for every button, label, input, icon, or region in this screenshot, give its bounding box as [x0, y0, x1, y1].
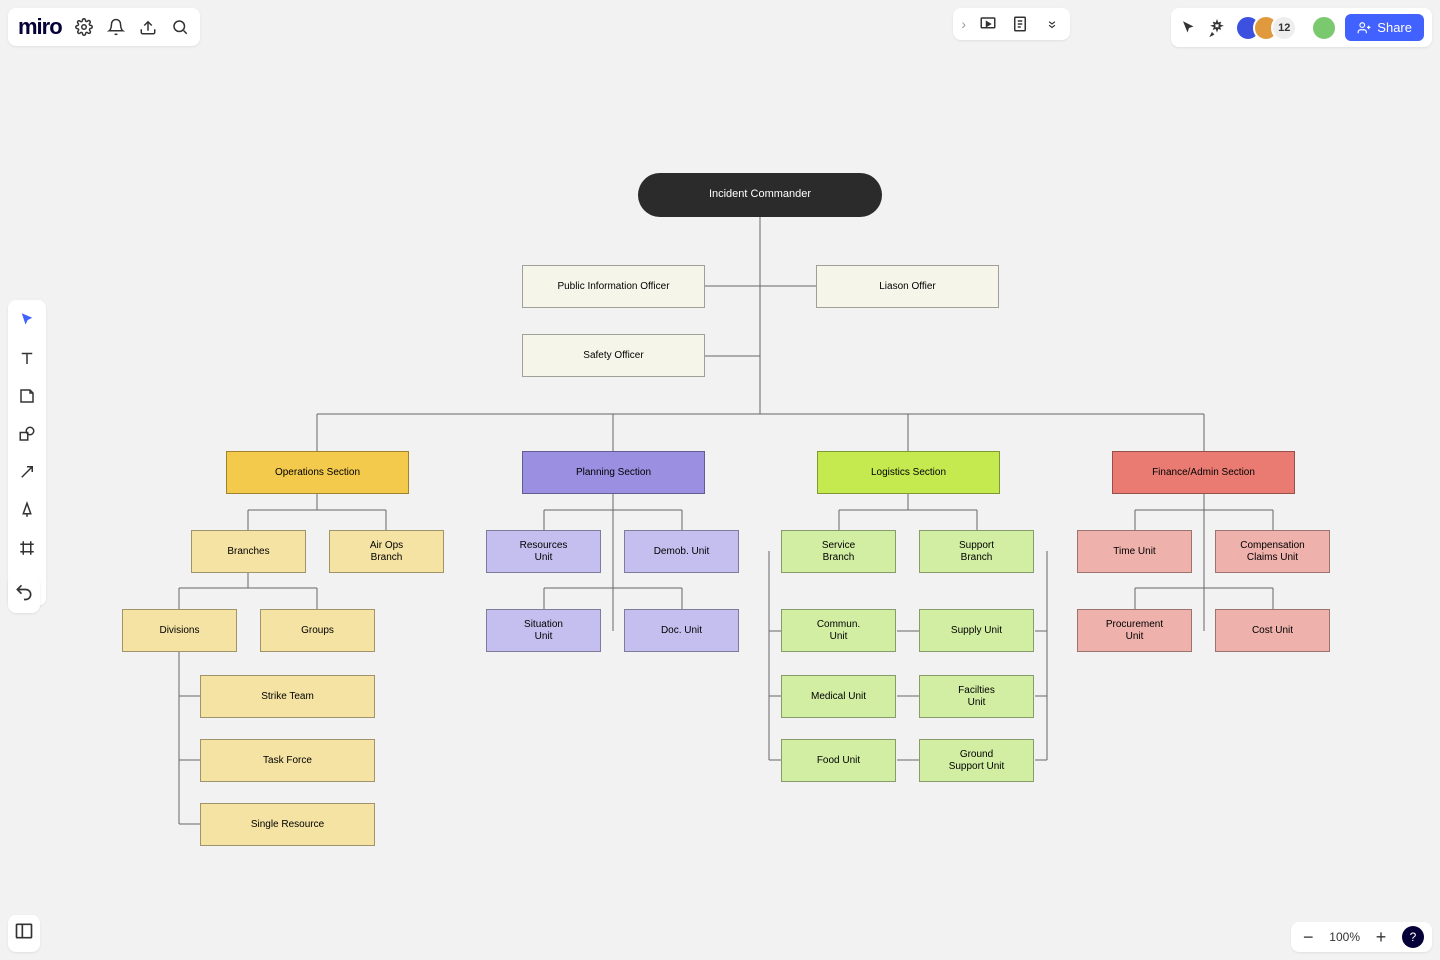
canvas[interactable]: Incident Commander Public Information Of…: [0, 0, 1440, 960]
node-resources[interactable]: Resources Unit: [486, 530, 601, 573]
node-doc[interactable]: Doc. Unit: [624, 609, 739, 652]
node-cost[interactable]: Cost Unit: [1215, 609, 1330, 652]
search-icon[interactable]: [170, 17, 190, 37]
logo[interactable]: miro: [18, 14, 62, 40]
node-supply[interactable]: Supply Unit: [919, 609, 1034, 652]
node-branches[interactable]: Branches: [191, 530, 306, 573]
node-support[interactable]: Support Branch: [919, 530, 1034, 573]
node-proc[interactable]: Procurement Unit: [1077, 609, 1192, 652]
node-food[interactable]: Food Unit: [781, 739, 896, 782]
settings-icon[interactable]: [74, 17, 94, 37]
node-situation[interactable]: Situation Unit: [486, 609, 601, 652]
arrow-tool[interactable]: [12, 460, 42, 484]
cursor-icon[interactable]: [1179, 18, 1199, 38]
undo-button[interactable]: [8, 576, 40, 613]
node-pio[interactable]: Public Information Officer: [522, 265, 705, 308]
text-tool[interactable]: [12, 346, 42, 370]
present-icon[interactable]: [978, 14, 998, 34]
avatar-count[interactable]: 12: [1271, 15, 1297, 41]
frame-tool[interactable]: [12, 536, 42, 560]
node-airops[interactable]: Air Ops Branch: [329, 530, 444, 573]
bell-icon[interactable]: [106, 17, 126, 37]
node-demob[interactable]: Demob. Unit: [624, 530, 739, 573]
share-label: Share: [1377, 20, 1412, 35]
node-commun[interactable]: Commun. Unit: [781, 609, 896, 652]
top-right-toolbar-a: ›: [953, 8, 1070, 40]
node-operations[interactable]: Operations Section: [226, 451, 409, 494]
chevron-right-icon[interactable]: ›: [961, 16, 966, 32]
frames-panel-toggle[interactable]: [8, 915, 40, 952]
top-right-toolbar-b: 12 Share: [1171, 8, 1432, 47]
node-comp[interactable]: Compensation Claims Unit: [1215, 530, 1330, 573]
node-medical[interactable]: Medical Unit: [781, 675, 896, 718]
node-divisions[interactable]: Divisions: [122, 609, 237, 652]
avatar-self[interactable]: [1311, 15, 1337, 41]
chevron-down-icon[interactable]: [1042, 14, 1062, 34]
share-button[interactable]: Share: [1345, 14, 1424, 41]
notes-icon[interactable]: [1010, 14, 1030, 34]
left-toolbar: [8, 300, 46, 606]
help-button[interactable]: ?: [1402, 926, 1424, 948]
node-facilities[interactable]: Facilties Unit: [919, 675, 1034, 718]
top-left-toolbar: miro: [8, 8, 200, 46]
node-incident-commander[interactable]: Incident Commander: [638, 173, 882, 217]
zoom-level[interactable]: 100%: [1329, 930, 1360, 944]
node-service[interactable]: Service Branch: [781, 530, 896, 573]
node-strike[interactable]: Strike Team: [200, 675, 375, 718]
pen-tool[interactable]: [12, 498, 42, 522]
zoom-controls: − 100% + ?: [1291, 922, 1432, 952]
node-logistics[interactable]: Logistics Section: [817, 451, 1000, 494]
export-icon[interactable]: [138, 17, 158, 37]
select-tool[interactable]: [12, 308, 42, 332]
node-task[interactable]: Task Force: [200, 739, 375, 782]
node-planning[interactable]: Planning Section: [522, 451, 705, 494]
participant-avatars[interactable]: 12: [1235, 15, 1297, 41]
zoom-out-button[interactable]: −: [1299, 927, 1317, 948]
node-finance[interactable]: Finance/Admin Section: [1112, 451, 1295, 494]
zoom-in-button[interactable]: +: [1372, 927, 1390, 948]
user-plus-icon: [1357, 21, 1371, 35]
shape-tool[interactable]: [12, 422, 42, 446]
node-liason[interactable]: Liason Offier: [816, 265, 999, 308]
node-ground[interactable]: Ground Support Unit: [919, 739, 1034, 782]
node-single[interactable]: Single Resource: [200, 803, 375, 846]
node-time[interactable]: Time Unit: [1077, 530, 1192, 573]
node-safety[interactable]: Safety Officer: [522, 334, 705, 377]
reactions-icon[interactable]: [1207, 18, 1227, 38]
sticky-tool[interactable]: [12, 384, 42, 408]
node-groups[interactable]: Groups: [260, 609, 375, 652]
